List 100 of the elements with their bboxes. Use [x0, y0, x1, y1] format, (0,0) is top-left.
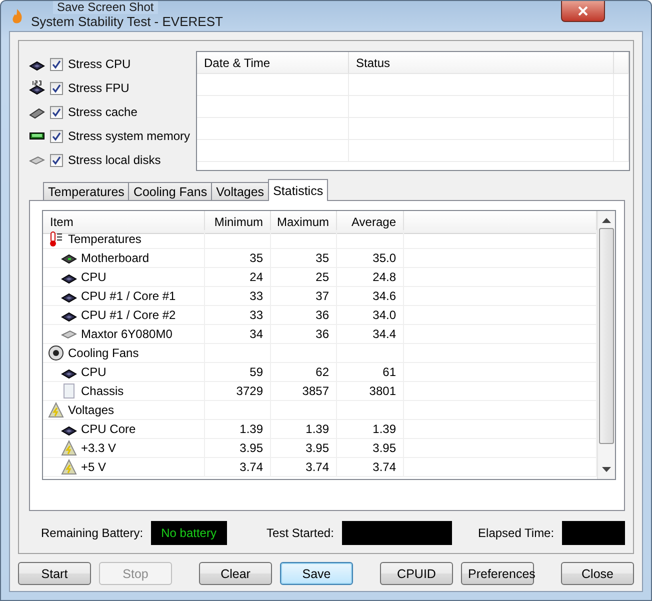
checkbox[interactable] [50, 58, 63, 70]
dialog-button[interactable]: Clear [199, 562, 272, 585]
table-cell: 34.6 [337, 287, 404, 306]
scroll-down-icon [602, 467, 611, 473]
status-label: Remaining Battery: [41, 526, 144, 540]
table-cell: 25 [271, 268, 337, 287]
table-cell: 3801 [337, 382, 404, 401]
checkbox[interactable] [50, 154, 63, 166]
column-header[interactable]: Item [43, 211, 205, 234]
item-label: Maxtor 6Y080M0 [81, 327, 172, 341]
item-label: Motherboard [81, 251, 150, 265]
table-cell: 35 [271, 249, 337, 268]
status-display: No battery [151, 521, 227, 545]
table-cell: 34.0 [337, 306, 404, 325]
table-cell [614, 74, 630, 96]
status-display [562, 521, 625, 545]
table-cell [614, 118, 630, 140]
check-icon [52, 108, 61, 116]
window-title: System Stability Test - EVEREST [31, 14, 223, 28]
check-icon [52, 132, 61, 140]
scroll-up-icon [602, 217, 611, 223]
tab[interactable]: Voltages [211, 182, 270, 201]
table-cell: 24 [205, 268, 271, 287]
option-label: Stress cache [68, 105, 138, 119]
item-label: CPU #1 / Core #1 [81, 289, 176, 303]
table-cell: 3.74 [271, 458, 337, 477]
status-label: Test Started: [266, 526, 334, 540]
table-cell: 35 [205, 249, 271, 268]
table-cell: 3.95 [337, 439, 404, 458]
close-icon [578, 6, 588, 16]
table-cell [271, 230, 337, 249]
checkbox[interactable] [50, 82, 63, 94]
table-cell: 34.4 [337, 325, 404, 344]
checkbox[interactable] [50, 106, 63, 118]
group-label: Temperatures [68, 232, 142, 246]
table-cell: 3.74 [337, 458, 404, 477]
chip-icon [29, 80, 45, 96]
table-cell: 36 [271, 325, 337, 344]
item-label: CPU Core [81, 422, 136, 436]
table-cell: 24.8 [337, 268, 404, 287]
header-filler [614, 52, 630, 74]
option-label: Stress system memory [68, 129, 190, 143]
voltage-icon [61, 459, 77, 475]
dialog-button[interactable]: CPUID [380, 562, 453, 585]
scrollbar[interactable] [597, 211, 615, 479]
tab[interactable]: Temperatures [43, 182, 130, 201]
dialog-button[interactable]: Preferences [461, 562, 534, 585]
dialog-button[interactable]: Start [18, 562, 91, 585]
dialog-button[interactable]: Save [280, 562, 353, 585]
dialog-button[interactable]: Close [561, 562, 634, 585]
table-cell: 62 [271, 363, 337, 382]
item-label: +5 V [81, 460, 106, 474]
table-cell: 33 [205, 287, 271, 306]
option-label: Stress local disks [68, 153, 161, 167]
item-label: CPU #1 / Core #2 [81, 308, 176, 322]
table-cell: 3.95 [205, 439, 271, 458]
tab[interactable]: Statistics [268, 179, 328, 201]
table-cell: 1.39 [271, 420, 337, 439]
check-icon [52, 156, 61, 164]
column-header[interactable]: Average [337, 211, 404, 234]
table-cell: 3.74 [205, 458, 271, 477]
column-header[interactable]: Date & Time [197, 52, 350, 74]
item-label: Chassis [81, 384, 124, 398]
checkbox[interactable] [50, 130, 63, 142]
group-label: Voltages [68, 403, 114, 417]
table-cell: 1.39 [205, 420, 271, 439]
scroll-thumb[interactable] [599, 228, 614, 444]
table-cell: 3.95 [271, 439, 337, 458]
tab[interactable]: Cooling Fans [128, 182, 212, 201]
thermometer-icon [48, 231, 64, 247]
column-header[interactable]: Minimum [205, 211, 271, 234]
table-cell: 59 [205, 363, 271, 382]
table-cell: 3729 [205, 382, 271, 401]
item-label: CPU [81, 365, 106, 379]
table-cell [614, 140, 630, 162]
table-cell: 36 [271, 306, 337, 325]
column-header[interactable]: Status [349, 52, 614, 74]
column-header[interactable]: Maximum [271, 211, 337, 234]
fan-icon [48, 345, 64, 361]
table-cell: 34 [205, 325, 271, 344]
table-cell: 61 [337, 363, 404, 382]
voltage-icon [48, 402, 64, 418]
group-label: Cooling Fans [68, 346, 139, 360]
table-cell: 1.39 [337, 420, 404, 439]
option-label: Stress FPU [68, 81, 130, 95]
overlay-window-title: Save Screen Shot [53, 1, 158, 14]
table-cell: 37 [271, 287, 337, 306]
check-icon [52, 84, 61, 92]
item-label: CPU [81, 270, 106, 284]
table-cell: 35.0 [337, 249, 404, 268]
voltage-icon [61, 440, 77, 456]
status-label: Elapsed Time: [478, 526, 554, 540]
close-button[interactable] [561, 1, 605, 22]
table-cell: 33 [205, 306, 271, 325]
option-label: Stress CPU [68, 57, 131, 71]
check-icon [52, 60, 61, 68]
table-cell [337, 230, 404, 249]
item-label: +3.3 V [81, 441, 116, 455]
table-cell: 3857 [271, 382, 337, 401]
table-cell [614, 96, 630, 118]
